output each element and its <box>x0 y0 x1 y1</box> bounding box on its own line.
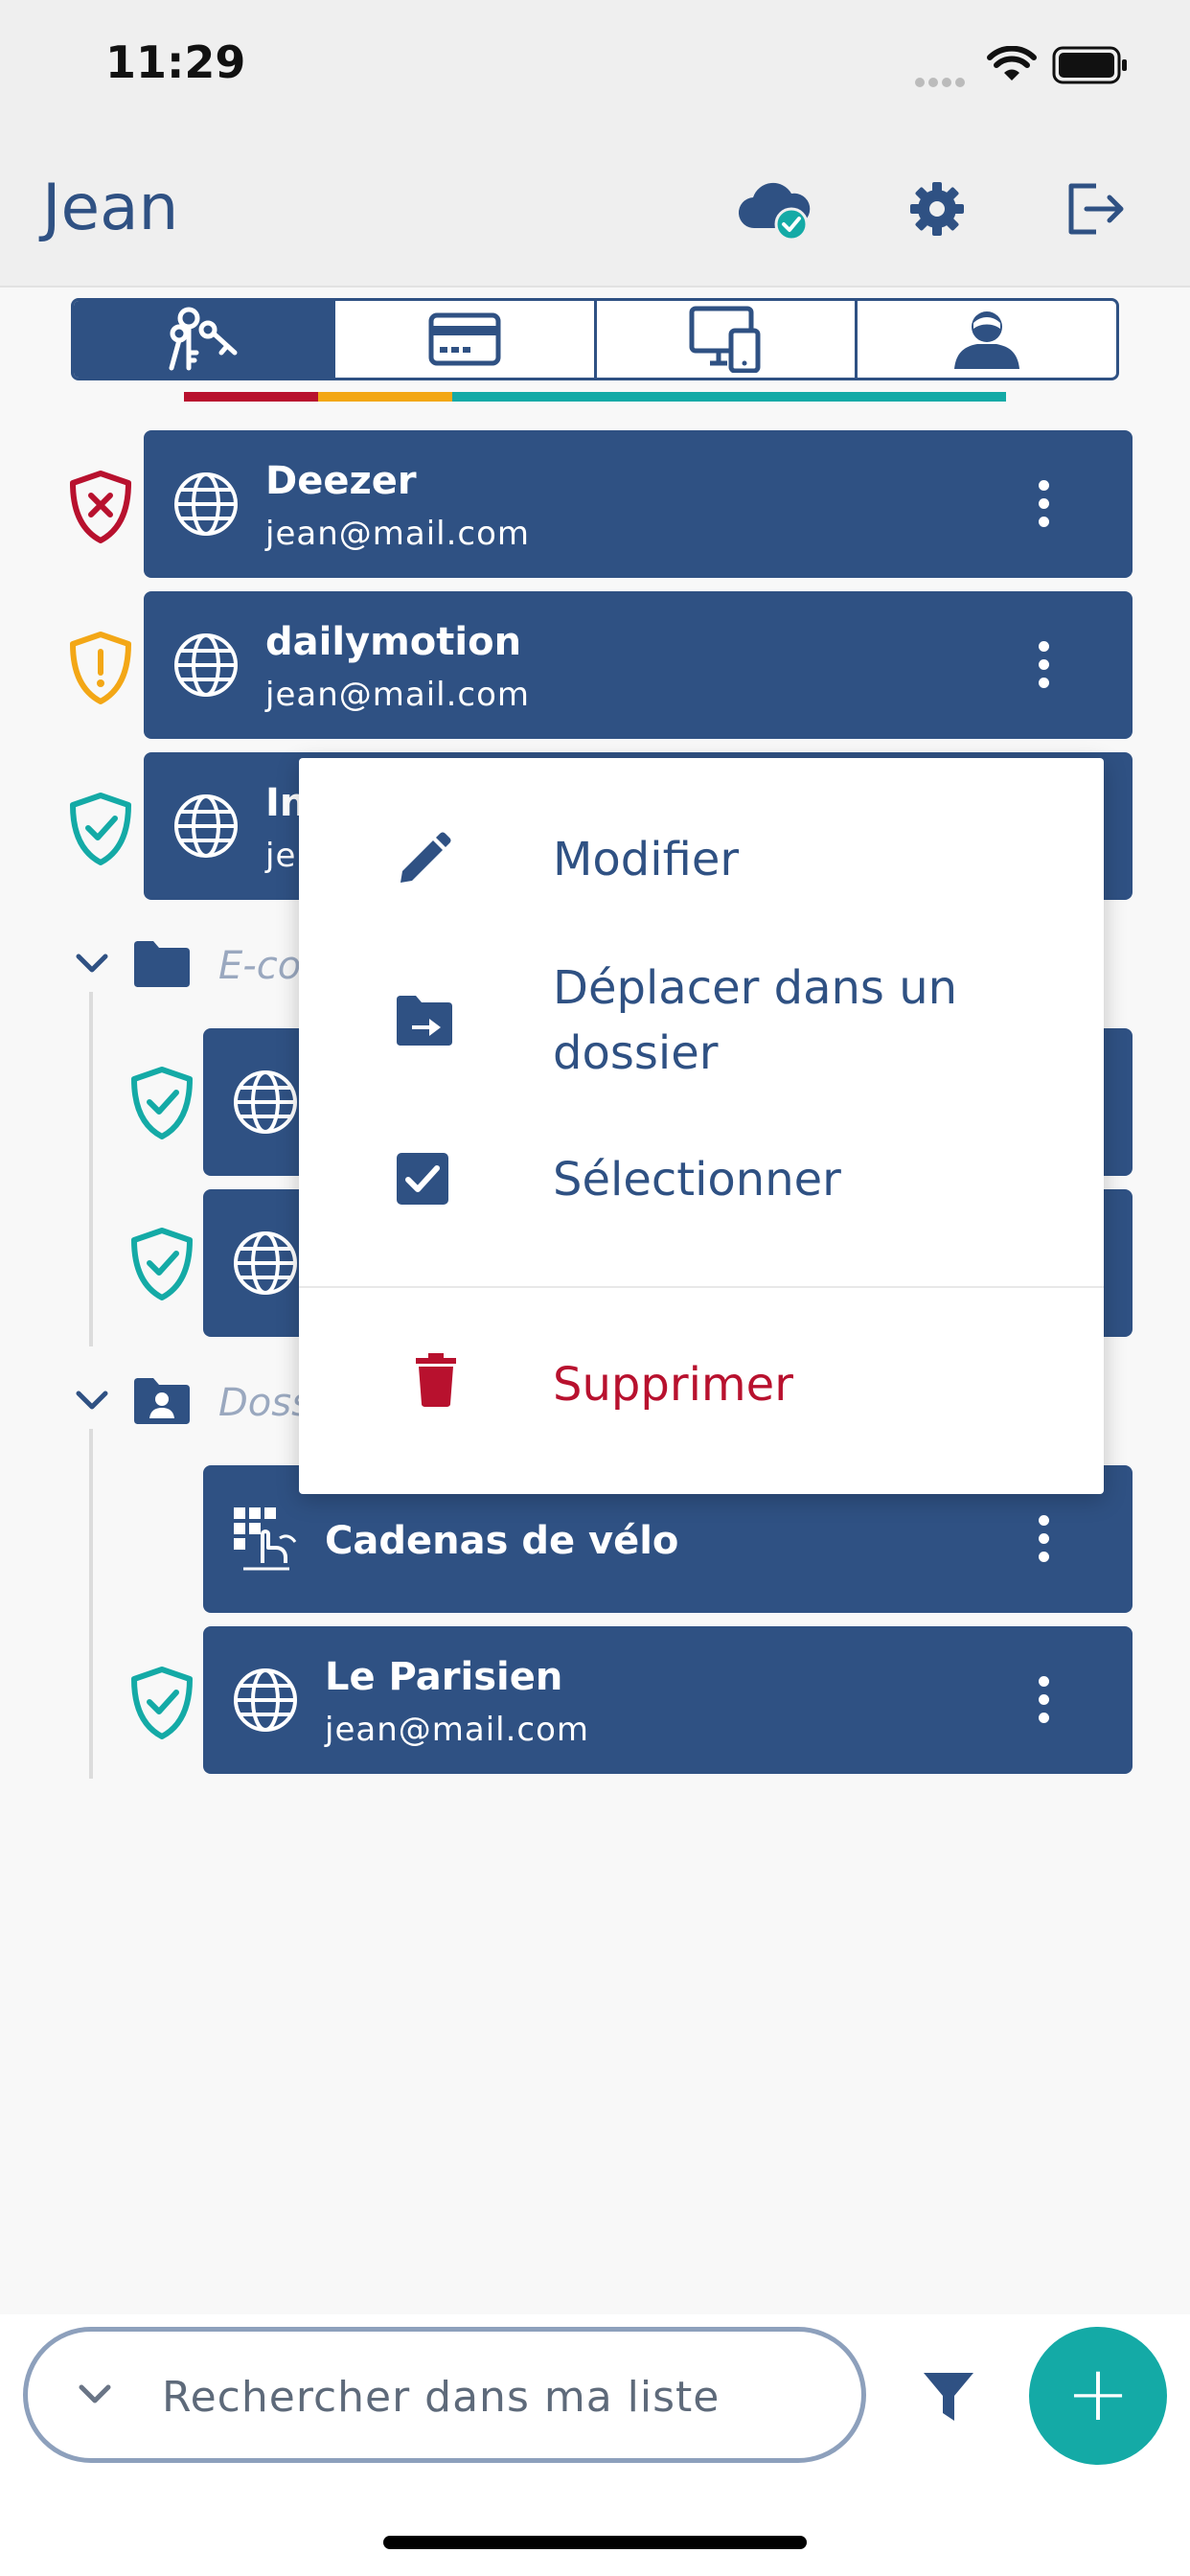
battery-icon <box>1052 46 1127 84</box>
keypad-icon <box>234 1507 297 1571</box>
shared-folder-icon <box>134 1378 190 1424</box>
tree-line <box>89 992 93 1346</box>
page-title: Jean <box>42 171 179 244</box>
logout-icon[interactable] <box>1065 180 1127 238</box>
folder-move-icon <box>397 996 452 1046</box>
menu-divider <box>299 1286 1104 1288</box>
menu-label-edit: Modifier <box>553 833 740 886</box>
more-options-icon[interactable] <box>1039 1676 1049 1731</box>
chevron-down-icon[interactable] <box>73 1388 111 1414</box>
tab-devices[interactable] <box>597 301 858 378</box>
more-options-icon[interactable] <box>1039 641 1049 696</box>
devices-icon <box>689 306 761 373</box>
menu-item-move[interactable]: Déplacer dans un dossier <box>299 955 1104 1090</box>
entry-row[interactable]: Deezer jean@mail.com <box>144 430 1133 578</box>
shield-weak-icon <box>70 471 131 543</box>
entry-title: dailymotion <box>265 620 522 664</box>
folder-label[interactable]: E-co <box>218 944 301 988</box>
shield-strong-icon <box>131 1667 193 1739</box>
globe-icon <box>174 633 238 697</box>
category-tabs <box>71 298 1119 380</box>
cloud-check-icon[interactable] <box>738 180 814 242</box>
menu-item-select[interactable]: Sélectionner <box>299 1141 1104 1218</box>
search-field[interactable] <box>23 2327 866 2463</box>
entry-title: Le Parisien <box>325 1655 563 1699</box>
more-options-icon[interactable] <box>1039 480 1049 535</box>
shield-medium-icon <box>70 632 131 704</box>
globe-icon <box>234 1668 297 1732</box>
signal-icon <box>915 73 973 87</box>
chevron-down-icon[interactable] <box>73 951 111 978</box>
chevron-down-icon[interactable] <box>76 2381 114 2408</box>
menu-label-delete: Supprimer <box>553 1358 793 1412</box>
top-bar: 11:29 Jean <box>0 0 1190 288</box>
checkbox-icon <box>397 1153 448 1205</box>
shield-strong-icon <box>131 1067 193 1139</box>
entry-subtitle: je <box>265 837 297 875</box>
tree-line <box>89 1429 93 1779</box>
filter-icon[interactable] <box>922 2369 975 2425</box>
entry-subtitle: jean@mail.com <box>265 515 531 553</box>
tab-contacts[interactable] <box>858 301 1116 378</box>
entry-title: Deezer <box>265 459 417 503</box>
contact-icon <box>954 311 1020 369</box>
add-entry-button[interactable]: + <box>1029 2327 1167 2465</box>
globe-icon <box>234 1231 297 1295</box>
strength-bar-medium <box>318 392 452 402</box>
gear-icon[interactable] <box>908 180 966 238</box>
pencil-icon <box>400 832 451 883</box>
globe-icon <box>174 794 238 858</box>
keys-icon <box>169 307 238 371</box>
menu-label-move-line2: dossier <box>553 1026 719 1080</box>
home-indicator <box>383 2536 807 2549</box>
search-input[interactable] <box>162 2368 833 2426</box>
entry-row[interactable]: Le Parisien jean@mail.com <box>203 1626 1133 1774</box>
shield-strong-icon <box>70 793 131 865</box>
context-menu: Modifier Déplacer dans un dossier Sélect… <box>299 758 1104 1494</box>
strength-bar-weak <box>184 392 318 402</box>
trash-icon <box>416 1353 456 1407</box>
tab-passwords[interactable] <box>74 301 335 378</box>
more-options-icon[interactable] <box>1039 1515 1049 1570</box>
credit-card-icon <box>428 312 501 366</box>
entry-subtitle: jean@mail.com <box>325 1711 590 1749</box>
tab-cards[interactable] <box>335 301 597 378</box>
menu-item-edit[interactable]: Modifier <box>299 821 1104 898</box>
entry-row[interactable]: dailymotion jean@mail.com <box>144 591 1133 739</box>
globe-icon <box>174 472 238 536</box>
globe-icon <box>234 1070 297 1134</box>
menu-label-move-line1: Déplacer dans un <box>553 961 958 1015</box>
wifi-icon <box>987 46 1037 80</box>
menu-label-select: Sélectionner <box>553 1153 841 1207</box>
shield-strong-icon <box>131 1228 193 1300</box>
menu-item-delete[interactable]: Supprimer <box>299 1346 1104 1423</box>
folder-icon <box>134 941 190 987</box>
status-time: 11:29 <box>105 36 246 88</box>
entry-subtitle: jean@mail.com <box>265 676 531 714</box>
entry-title: Cadenas de vélo <box>325 1519 679 1563</box>
strength-bar-strong <box>452 392 1006 402</box>
folder-label[interactable]: Doss <box>218 1381 311 1425</box>
